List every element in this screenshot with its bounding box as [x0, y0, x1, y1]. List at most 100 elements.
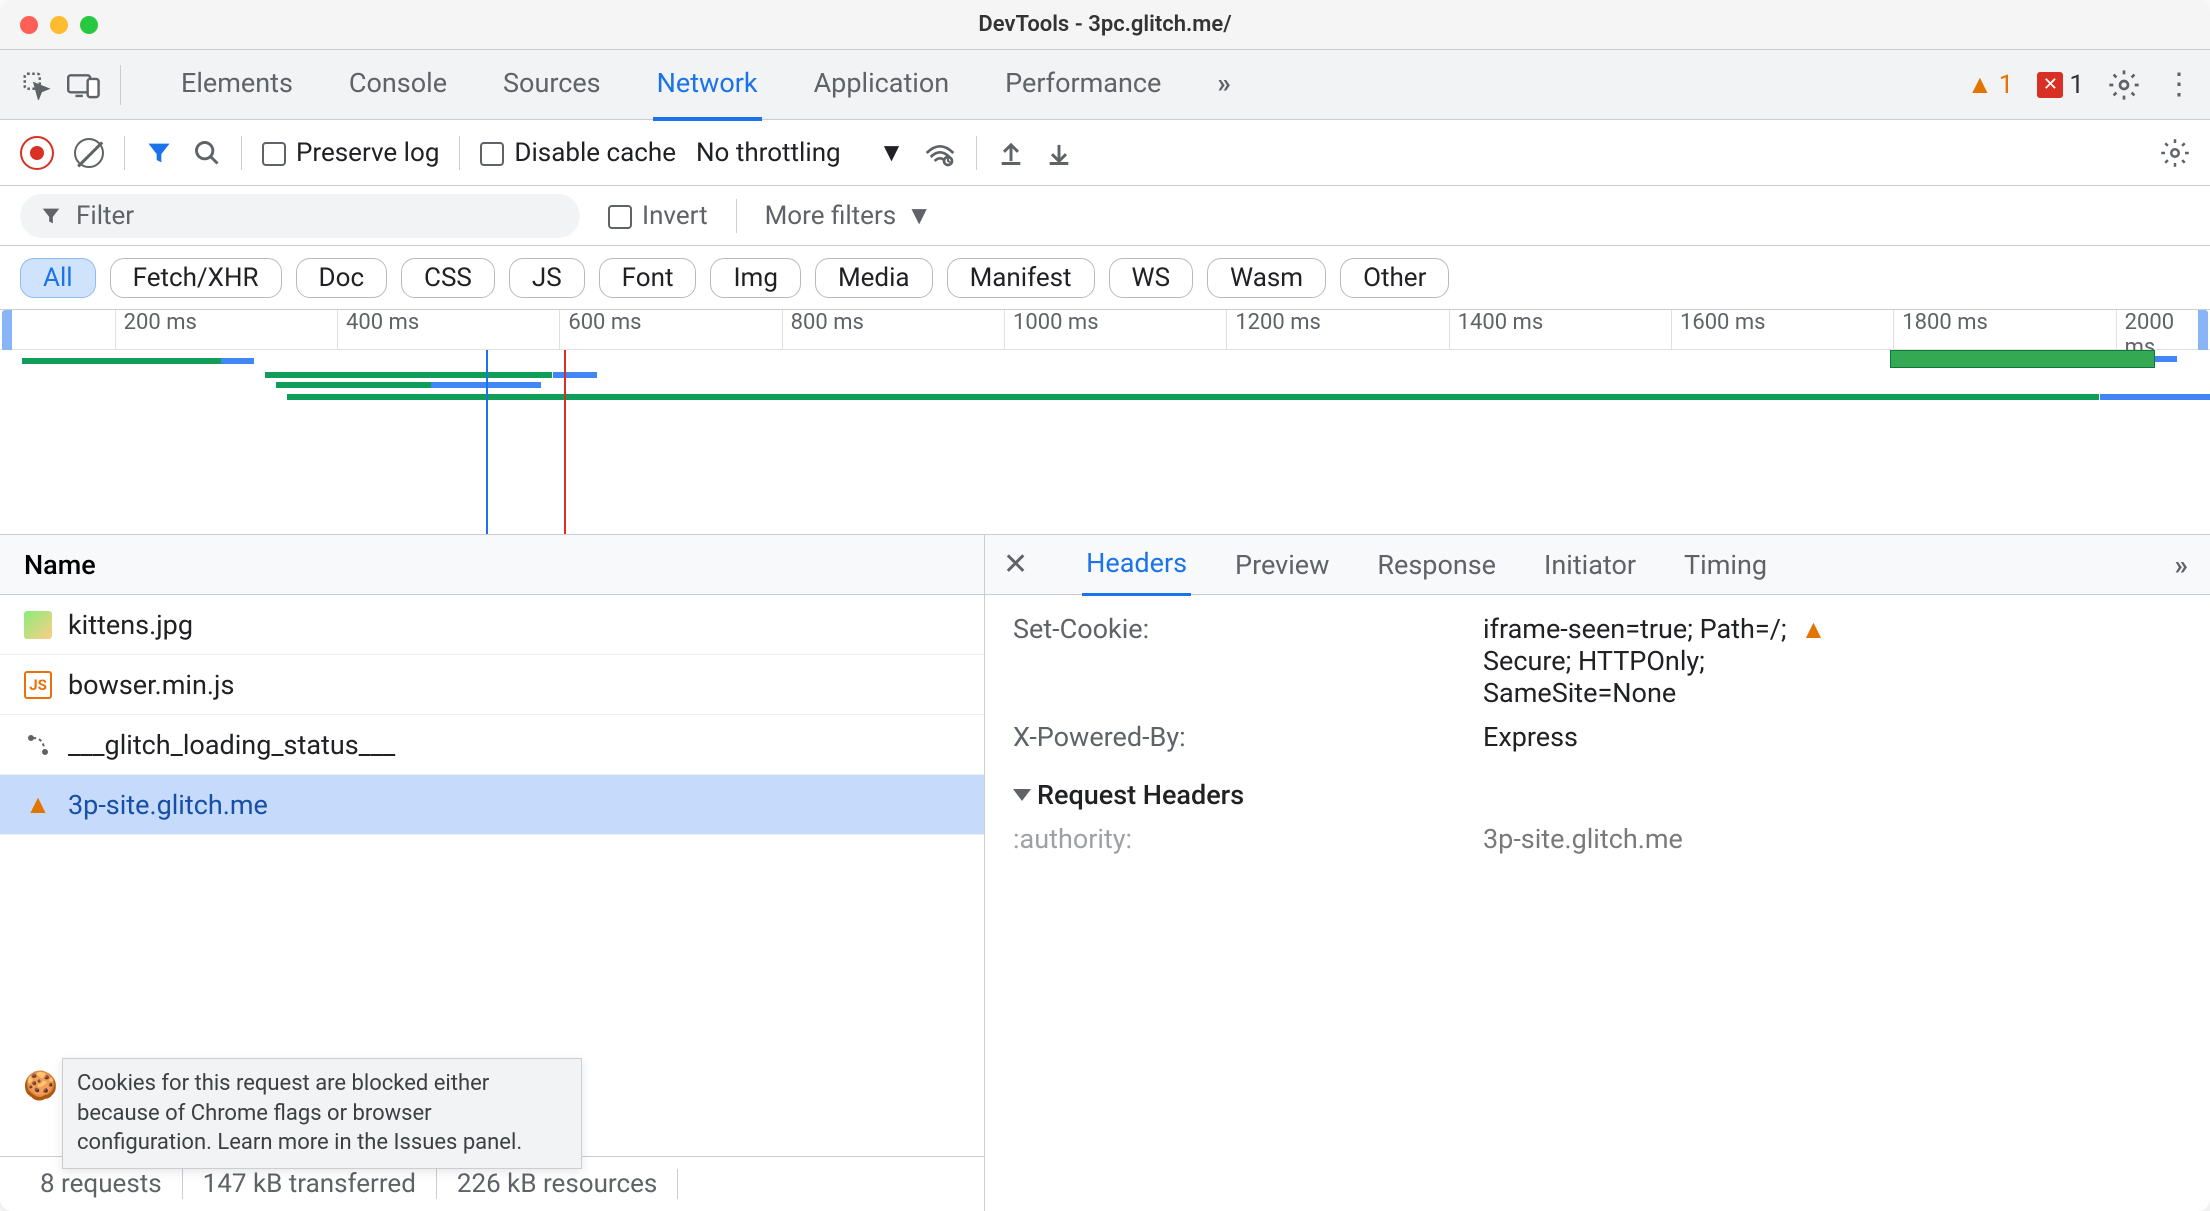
chevron-down-icon [1013, 789, 1031, 801]
request-row[interactable]: JS bowser.min.js [0, 655, 984, 715]
request-name: kittens.jpg [68, 609, 193, 641]
request-headers-section[interactable]: Request Headers [1013, 779, 2182, 811]
issues-error-badge[interactable]: ✕ 1 [2037, 70, 2084, 100]
status-resources: 226 kB resources [437, 1169, 678, 1199]
status-requests: 8 requests [20, 1169, 183, 1199]
detail-tab-response[interactable]: Response [1373, 535, 1500, 595]
disable-cache-checkbox[interactable]: Disable cache [480, 138, 676, 168]
tab-network[interactable]: Network [653, 49, 762, 121]
request-row[interactable]: ▲ 3p-site.glitch.me [0, 775, 984, 835]
network-status-bar: 🍪 Cookies for this request are blocked e… [0, 1156, 984, 1211]
chevron-down-icon: ▼ [906, 200, 932, 231]
network-toolbar: Preserve log Disable cache No throttling… [0, 120, 2210, 186]
more-menu-icon[interactable]: ⋮ [2164, 67, 2194, 102]
tab-performance[interactable]: Performance [1001, 49, 1165, 121]
network-overview-timeline[interactable]: 200 ms 400 ms 600 ms 800 ms 1000 ms 1200… [0, 310, 2210, 535]
header-name-authority: :authority: [1013, 823, 1483, 855]
chip-doc[interactable]: Doc [296, 258, 388, 298]
overview-body [0, 350, 2210, 535]
header-value: Secure; HTTPOnly; [1483, 645, 2182, 677]
inspect-element-icon[interactable] [16, 65, 56, 105]
request-name: ___glitch_loading_status___ [68, 729, 395, 761]
window-titlebar: DevTools - 3pc.glitch.me/ [0, 0, 2210, 50]
preserve-log-label: Preserve log [296, 138, 439, 168]
detail-tab-timing[interactable]: Timing [1680, 535, 1771, 595]
chip-manifest[interactable]: Manifest [947, 258, 1095, 298]
warning-triangle-icon: ▲ [1967, 69, 1993, 100]
detail-tab-initiator[interactable]: Initiator [1540, 535, 1640, 595]
tab-sources[interactable]: Sources [499, 49, 605, 121]
download-har-icon[interactable] [1045, 139, 1073, 167]
chip-all[interactable]: All [20, 258, 96, 298]
image-file-icon [24, 611, 52, 639]
throttling-value: No throttling [696, 138, 841, 168]
chip-font[interactable]: Font [599, 258, 697, 298]
chip-ws[interactable]: WS [1109, 258, 1194, 298]
detail-tab-headers[interactable]: Headers [1082, 535, 1191, 596]
overview-ticks: 200 ms 400 ms 600 ms 800 ms 1000 ms 1200… [0, 310, 2210, 350]
filter-placeholder: Filter [76, 201, 134, 231]
detail-tabstrip: ✕ Headers Preview Response Initiator Tim… [985, 535, 2210, 595]
tab-application[interactable]: Application [810, 49, 954, 121]
clear-button[interactable] [74, 138, 104, 168]
resource-type-chips: All Fetch/XHR Doc CSS JS Font Img Media … [0, 246, 2210, 310]
warning-count: 1 [1999, 70, 2014, 100]
chip-css[interactable]: CSS [401, 258, 495, 298]
chip-img[interactable]: Img [710, 258, 800, 298]
headers-body: Set-Cookie: iframe-seen=true; Path=/; ▲ … [985, 595, 2210, 1211]
error-count: 1 [2069, 70, 2084, 100]
header-name-x-powered-by: X-Powered-By: [1013, 721, 1483, 753]
network-filter-row: Filter Invert More filters ▼ [0, 186, 2210, 246]
device-toolbar-icon[interactable] [64, 65, 104, 105]
chip-js[interactable]: JS [509, 258, 585, 298]
more-detail-tabs-button[interactable]: » [2171, 535, 2193, 595]
header-value: Express [1483, 721, 2182, 753]
chip-media[interactable]: Media [815, 258, 933, 298]
other-file-icon [24, 731, 52, 759]
network-settings-gear-icon[interactable] [2160, 138, 2190, 168]
requests-pane: Name kittens.jpg JS bowser.min.js ___gli… [0, 535, 985, 1211]
network-conditions-icon[interactable] [924, 139, 956, 167]
more-tabs-button[interactable]: » [1213, 49, 1235, 121]
more-filters-label: More filters [765, 201, 897, 231]
devtools-tabstrip: Elements Console Sources Network Applica… [0, 50, 2210, 120]
request-row[interactable]: ___glitch_loading_status___ [0, 715, 984, 775]
throttling-select[interactable]: No throttling ▼ [696, 137, 904, 168]
warning-triangle-icon[interactable]: ▲ [1801, 614, 1827, 645]
more-filters-dropdown[interactable]: More filters ▼ [765, 200, 932, 231]
chevron-down-icon: ▼ [879, 137, 905, 168]
request-name: bowser.min.js [68, 669, 234, 701]
requests-header-name[interactable]: Name [0, 535, 984, 595]
preserve-log-checkbox[interactable]: Preserve log [262, 138, 439, 168]
header-value: SameSite=None [1483, 677, 2182, 709]
warning-triangle-icon: ▲ [24, 791, 52, 819]
request-details-pane: ✕ Headers Preview Response Initiator Tim… [985, 535, 2210, 1211]
detail-tab-preview[interactable]: Preview [1231, 535, 1333, 595]
cookie-blocked-tooltip: 🍪 Cookies for this request are blocked e… [62, 1058, 582, 1169]
settings-gear-icon[interactable] [2108, 69, 2140, 101]
filter-input[interactable]: Filter [20, 194, 580, 238]
header-name-set-cookie: Set-Cookie: [1013, 613, 1483, 709]
upload-har-icon[interactable] [997, 139, 1025, 167]
tab-console[interactable]: Console [345, 49, 451, 121]
chip-other[interactable]: Other [1340, 258, 1449, 298]
chip-fetch-xhr[interactable]: Fetch/XHR [110, 258, 282, 298]
tab-elements[interactable]: Elements [177, 49, 297, 121]
header-value: 3p-site.glitch.me [1483, 823, 2182, 855]
status-transferred: 147 kB transferred [183, 1169, 437, 1199]
filter-toggle-icon[interactable] [145, 139, 173, 167]
window-title: DevTools - 3pc.glitch.me/ [0, 12, 2210, 37]
invert-label: Invert [642, 201, 708, 231]
request-row[interactable]: kittens.jpg [0, 595, 984, 655]
cookie-icon: 🍪 [23, 1067, 58, 1105]
issues-warning-badge[interactable]: ▲ 1 [1967, 69, 2013, 100]
disable-cache-label: Disable cache [514, 138, 676, 168]
record-button[interactable] [20, 136, 54, 170]
header-value: iframe-seen=true; Path=/; [1483, 613, 1787, 645]
funnel-icon [40, 205, 62, 227]
chip-wasm[interactable]: Wasm [1207, 258, 1326, 298]
close-details-button[interactable]: ✕ [1003, 547, 1028, 582]
error-box-icon: ✕ [2037, 72, 2063, 98]
invert-checkbox[interactable]: Invert [608, 201, 708, 231]
search-icon[interactable] [193, 139, 221, 167]
